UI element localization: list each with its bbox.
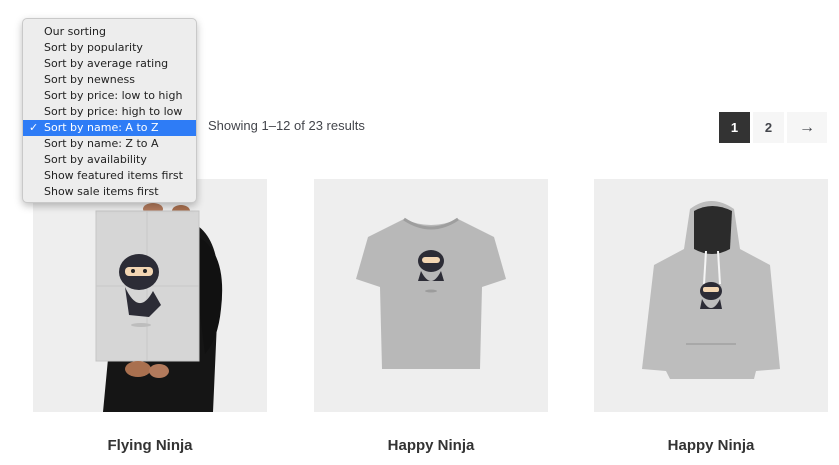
ninja-poster-image[interactable] [33, 179, 267, 412]
sort-option[interactable]: Sort by price: high to low [23, 104, 196, 120]
sort-option[interactable]: Sort by average rating [23, 56, 196, 72]
sort-option-label: Sort by name: A to Z [44, 121, 159, 134]
sort-dropdown-menu[interactable]: Our sorting Sort by popularity Sort by a… [22, 18, 197, 203]
sort-option[interactable]: Sort by name: Z to A [23, 136, 196, 152]
product-title[interactable]: Flying Ninja [33, 437, 267, 454]
sort-option[interactable]: Sort by price: low to high [23, 88, 196, 104]
product-title[interactable]: Happy Ninja [594, 437, 828, 454]
pagination: 1 2 → [719, 112, 827, 143]
sort-option[interactable]: Show featured items first [23, 168, 196, 184]
product-card[interactable]: Happy Ninja [594, 179, 828, 454]
sort-option[interactable]: Show sale items first [23, 184, 196, 200]
ninja-tshirt-image[interactable] [314, 179, 548, 412]
sort-option[interactable]: Our sorting [23, 24, 196, 40]
sort-option[interactable]: Sort by availability [23, 152, 196, 168]
page-2-button[interactable]: 2 [753, 112, 784, 143]
sort-option[interactable]: Sort by newness [23, 72, 196, 88]
checkmark-icon: ✓ [29, 121, 39, 134]
next-page-button[interactable]: → [787, 112, 827, 143]
product-card[interactable]: Happy Ninja [314, 179, 548, 454]
product-card[interactable]: Flying Ninja [33, 179, 267, 454]
product-title[interactable]: Happy Ninja [314, 437, 548, 454]
result-count: Showing 1–12 of 23 results [208, 118, 365, 133]
sort-option-selected[interactable]: ✓ Sort by name: A to Z [23, 120, 196, 136]
sort-option[interactable]: Sort by popularity [23, 40, 196, 56]
ninja-hoodie-image[interactable] [594, 179, 828, 412]
page-1-button[interactable]: 1 [719, 112, 750, 143]
